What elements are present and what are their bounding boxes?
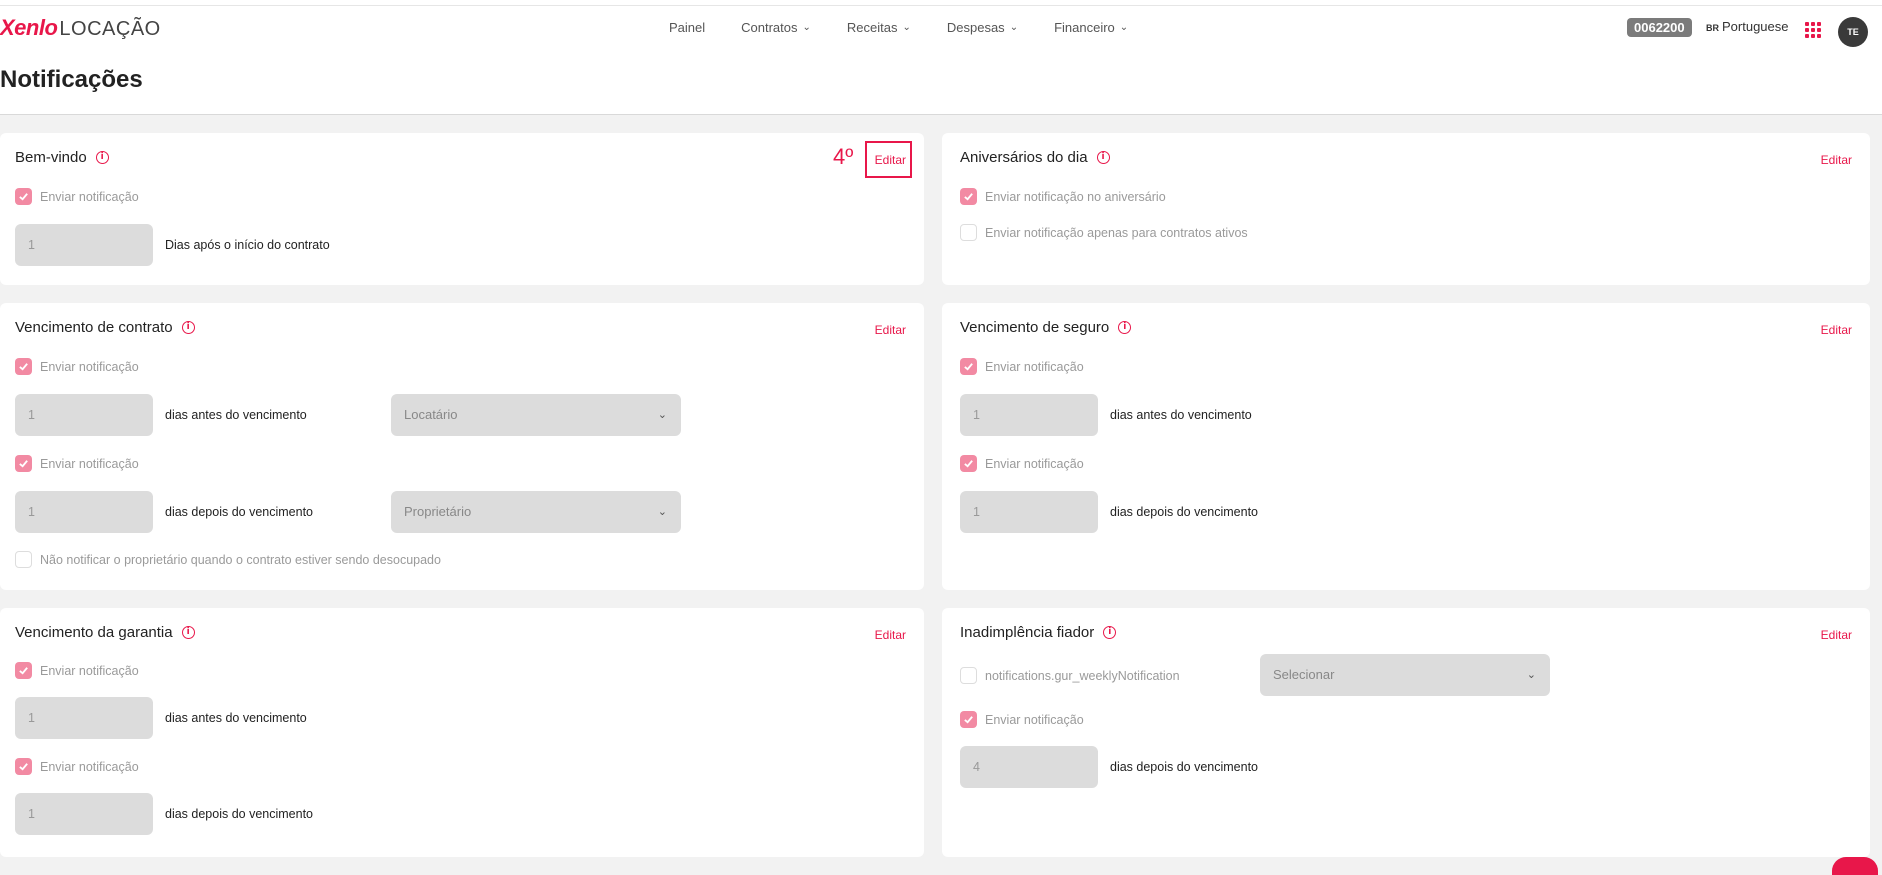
language-selector[interactable]: BR Portuguese — [1706, 19, 1789, 34]
edit-button[interactable]: Editar — [1821, 153, 1852, 167]
user-avatar[interactable]: TE — [1838, 17, 1868, 47]
notifications-content: Bem-vindo i Editar Enviar notificação 1 … — [0, 115, 1882, 875]
card-bem-vindo: Bem-vindo i Editar Enviar notificação 1 … — [0, 133, 924, 285]
days-after-label: dias depois do vencimento — [165, 505, 314, 519]
apps-grid-icon[interactable] — [1805, 22, 1821, 38]
info-icon[interactable]: i — [1103, 626, 1117, 639]
nav-painel[interactable]: Painel — [669, 20, 705, 35]
active-contracts-checkbox[interactable]: Enviar notificação apenas para contratos… — [960, 224, 1248, 241]
checkbox-checked-icon — [15, 188, 32, 205]
edit-button[interactable]: Editar — [1821, 628, 1852, 642]
info-icon[interactable]: i — [95, 151, 109, 164]
owner-vacate-checkbox[interactable]: Não notificar o proprietário quando o co… — [15, 551, 441, 568]
edit-button[interactable]: Editar — [875, 323, 906, 337]
nav-contratos[interactable]: Contratos ⌄ — [741, 20, 811, 35]
checkbox-unchecked-icon — [960, 224, 977, 241]
checkbox-unchecked-icon — [15, 551, 32, 568]
days-after-input[interactable]: 1 — [15, 793, 153, 835]
checkbox-checked-icon — [960, 711, 977, 728]
checkbox-checked-icon — [960, 358, 977, 375]
send-notification-checkbox[interactable]: Enviar notificação — [15, 188, 139, 205]
days-label: Dias após o início do contrato — [165, 238, 330, 252]
main-nav: Painel Contratos ⌄ Receitas ⌄ Despesas ⌄ Fi… — [669, 20, 1164, 35]
card-vencimento-garantia: Vencimento da garantia i Editar Enviar n… — [0, 608, 924, 857]
birthday-notification-checkbox[interactable]: Enviar notificação no aniversário — [960, 188, 1166, 205]
app-header: Xenlo LOCAÇÃO Painel Contratos ⌄ Receitas… — [0, 6, 1882, 48]
checkbox-checked-icon — [15, 662, 32, 679]
card-inadimplencia-fiador: Inadimplência fiador i Editar notificati… — [942, 608, 1870, 857]
days-after-label: dias depois do vencimento — [1110, 760, 1259, 774]
card-vencimento-seguro: Vencimento de seguro i Editar Enviar not… — [942, 303, 1870, 590]
chevron-down-icon: ⌄ — [1526, 669, 1536, 681]
days-before-input[interactable]: 1 — [15, 697, 153, 739]
chevron-down-icon: ⌄ — [1009, 22, 1019, 33]
nav-despesas[interactable]: Despesas ⌄ — [947, 20, 1018, 35]
days-before-label: dias antes do vencimento — [1110, 408, 1252, 422]
card-title: Vencimento de seguro i — [960, 319, 1132, 336]
card-vencimento-contrato: Vencimento de contrato i Editar Enviar n… — [0, 303, 924, 590]
checkbox-checked-icon — [15, 455, 32, 472]
chevron-down-icon: ⌄ — [902, 22, 911, 33]
chevron-down-icon: ⌄ — [657, 409, 667, 421]
chevron-down-icon: ⌄ — [1119, 22, 1129, 33]
card-title: Vencimento de contrato i — [15, 319, 195, 336]
chat-widget-button[interactable] — [1832, 857, 1878, 875]
info-icon[interactable]: i — [181, 626, 195, 639]
days-input[interactable]: 1 — [15, 224, 153, 266]
days-before-label: dias antes do vencimento — [165, 711, 307, 725]
days-before-input[interactable]: 1 — [15, 394, 153, 436]
card-aniversarios: Aniversários do dia i Editar Enviar noti… — [942, 133, 1870, 285]
send-notification-checkbox[interactable]: Enviar notificação — [960, 358, 1084, 375]
account-code-badge: 0062200 — [1627, 18, 1692, 37]
card-title: Inadimplência fiador i — [960, 624, 1117, 641]
checkbox-checked-icon — [960, 188, 977, 205]
nav-financeiro[interactable]: Financeiro ⌄ — [1054, 20, 1128, 35]
info-icon[interactable]: i — [1096, 151, 1110, 164]
card-title: Vencimento da garantia i — [15, 624, 195, 641]
weekly-notification-checkbox[interactable]: notifications.gur_weeklyNotification — [960, 667, 1180, 684]
recipient-select[interactable]: Proprietário ⌄ — [391, 491, 681, 533]
days-before-input[interactable]: 1 — [960, 394, 1098, 436]
days-after-label: dias depois do vencimento — [1110, 505, 1259, 519]
weekly-select[interactable]: Selecionar ⌄ — [1260, 654, 1550, 696]
send-notification-checkbox[interactable]: Enviar notificação — [960, 455, 1084, 472]
step-annotation: 4º — [833, 144, 854, 169]
checkbox-unchecked-icon — [960, 667, 977, 684]
checkbox-checked-icon — [15, 358, 32, 375]
highlight-box — [865, 141, 912, 178]
send-notification-checkbox[interactable]: Enviar notificação — [960, 711, 1084, 728]
edit-button[interactable]: Editar — [875, 628, 906, 642]
chevron-down-icon: ⌄ — [657, 506, 667, 518]
days-after-label: dias depois do vencimento — [165, 807, 314, 821]
flag-icon: BR — [1706, 23, 1719, 33]
logo-mark: Xenlo — [0, 15, 58, 40]
card-title: Bem-vindo i — [15, 149, 109, 166]
send-notification-checkbox[interactable]: Enviar notificação — [15, 358, 139, 375]
days-after-input[interactable]: 4 — [960, 746, 1098, 788]
checkbox-checked-icon — [960, 455, 977, 472]
recipient-select[interactable]: Locatário ⌄ — [391, 394, 681, 436]
logo-sub: LOCAÇÃO — [59, 18, 161, 40]
page-title: Notificações — [0, 66, 143, 93]
info-icon[interactable]: i — [1118, 321, 1132, 334]
language-label: Portuguese — [1722, 19, 1789, 34]
info-icon[interactable]: i — [181, 321, 195, 334]
logo[interactable]: Xenlo LOCAÇÃO — [0, 15, 161, 41]
days-before-label: dias antes do vencimento — [165, 408, 307, 422]
send-notification-checkbox[interactable]: Enviar notificação — [15, 758, 139, 775]
days-after-input[interactable]: 1 — [15, 491, 153, 533]
nav-receitas[interactable]: Receitas ⌄ — [847, 20, 911, 35]
days-after-input[interactable]: 1 — [960, 491, 1098, 533]
send-notification-checkbox[interactable]: Enviar notificação — [15, 662, 139, 679]
checkbox-checked-icon — [15, 758, 32, 775]
chevron-down-icon: ⌄ — [802, 22, 811, 33]
send-notification-checkbox[interactable]: Enviar notificação — [15, 455, 139, 472]
card-title: Aniversários do dia i — [960, 149, 1110, 166]
edit-button[interactable]: Editar — [1821, 323, 1852, 337]
